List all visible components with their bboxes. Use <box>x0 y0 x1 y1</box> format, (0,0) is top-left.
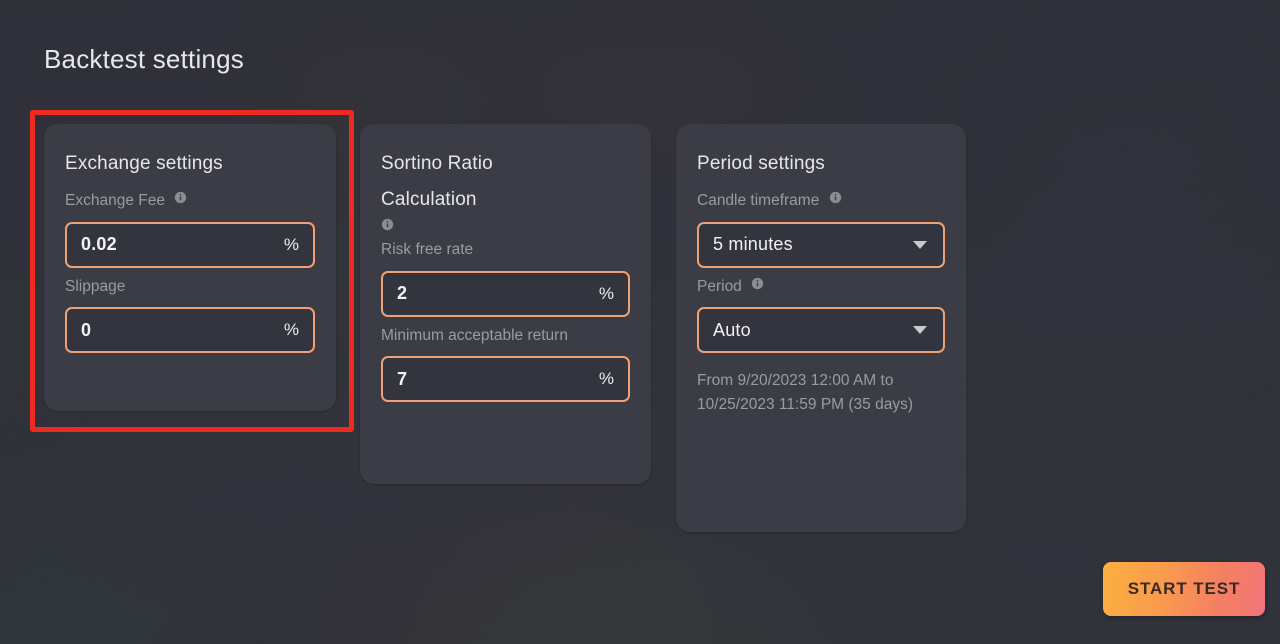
slippage-suffix: % <box>284 320 299 340</box>
sortino-ratio-title: Sortino Ratio Calculation <box>381 146 561 231</box>
sortino-ratio-title-text: Sortino Ratio Calculation <box>381 153 493 210</box>
period-label: Period <box>697 276 945 298</box>
chevron-down-icon[interactable] <box>913 326 927 334</box>
exchange-fee-label: Exchange Fee <box>65 190 315 212</box>
minimum-acceptable-return-suffix: % <box>599 369 614 389</box>
minimum-acceptable-return-input[interactable]: 7 % <box>381 356 630 402</box>
start-test-button[interactable]: START TEST <box>1103 562 1265 616</box>
candle-timeframe-label: Candle timeframe <box>697 190 945 212</box>
exchange-settings-title: Exchange settings <box>65 146 315 182</box>
exchange-fee-value: 0.02 <box>81 234 284 255</box>
page-title: Backtest settings <box>44 44 244 75</box>
risk-free-rate-value: 2 <box>397 283 599 304</box>
exchange-fee-suffix: % <box>284 235 299 255</box>
period-select[interactable]: Auto <box>697 307 945 353</box>
exchange-fee-label-text: Exchange Fee <box>65 192 165 209</box>
period-settings-title: Period settings <box>697 146 945 182</box>
period-range-text: From 9/20/2023 12:00 AM to 10/25/2023 11… <box>697 369 945 416</box>
period-value: Auto <box>713 320 913 341</box>
minimum-acceptable-return-value: 7 <box>397 369 599 390</box>
info-icon[interactable] <box>174 191 187 204</box>
slippage-input[interactable]: 0 % <box>65 307 315 353</box>
info-icon[interactable] <box>381 218 561 231</box>
slippage-label-text: Slippage <box>65 278 125 295</box>
slippage-value: 0 <box>81 320 284 341</box>
risk-free-rate-label: Risk free rate <box>381 239 630 261</box>
chevron-down-icon[interactable] <box>913 241 927 249</box>
period-label-text: Period <box>697 278 742 295</box>
exchange-fee-input[interactable]: 0.02 % <box>65 222 315 268</box>
candle-timeframe-select[interactable]: 5 minutes <box>697 222 945 268</box>
backtest-settings-page: Backtest settings Exchange settings Exch… <box>0 0 1280 644</box>
info-icon[interactable] <box>829 191 842 204</box>
minimum-acceptable-return-label: Minimum acceptable return <box>381 325 630 347</box>
period-settings-card: Period settings Candle timeframe 5 minut… <box>676 124 966 532</box>
risk-free-rate-label-text: Risk free rate <box>381 241 473 258</box>
candle-timeframe-value: 5 minutes <box>713 234 913 255</box>
slippage-label: Slippage <box>65 276 315 298</box>
exchange-settings-card: Exchange settings Exchange Fee 0.02 % Sl… <box>44 124 336 411</box>
sortino-ratio-card: Sortino Ratio Calculation Risk free rate… <box>360 124 651 484</box>
risk-free-rate-suffix: % <box>599 284 614 304</box>
minimum-acceptable-return-label-text: Minimum acceptable return <box>381 327 568 344</box>
risk-free-rate-input[interactable]: 2 % <box>381 271 630 317</box>
candle-timeframe-label-text: Candle timeframe <box>697 192 819 209</box>
info-icon[interactable] <box>751 277 764 290</box>
